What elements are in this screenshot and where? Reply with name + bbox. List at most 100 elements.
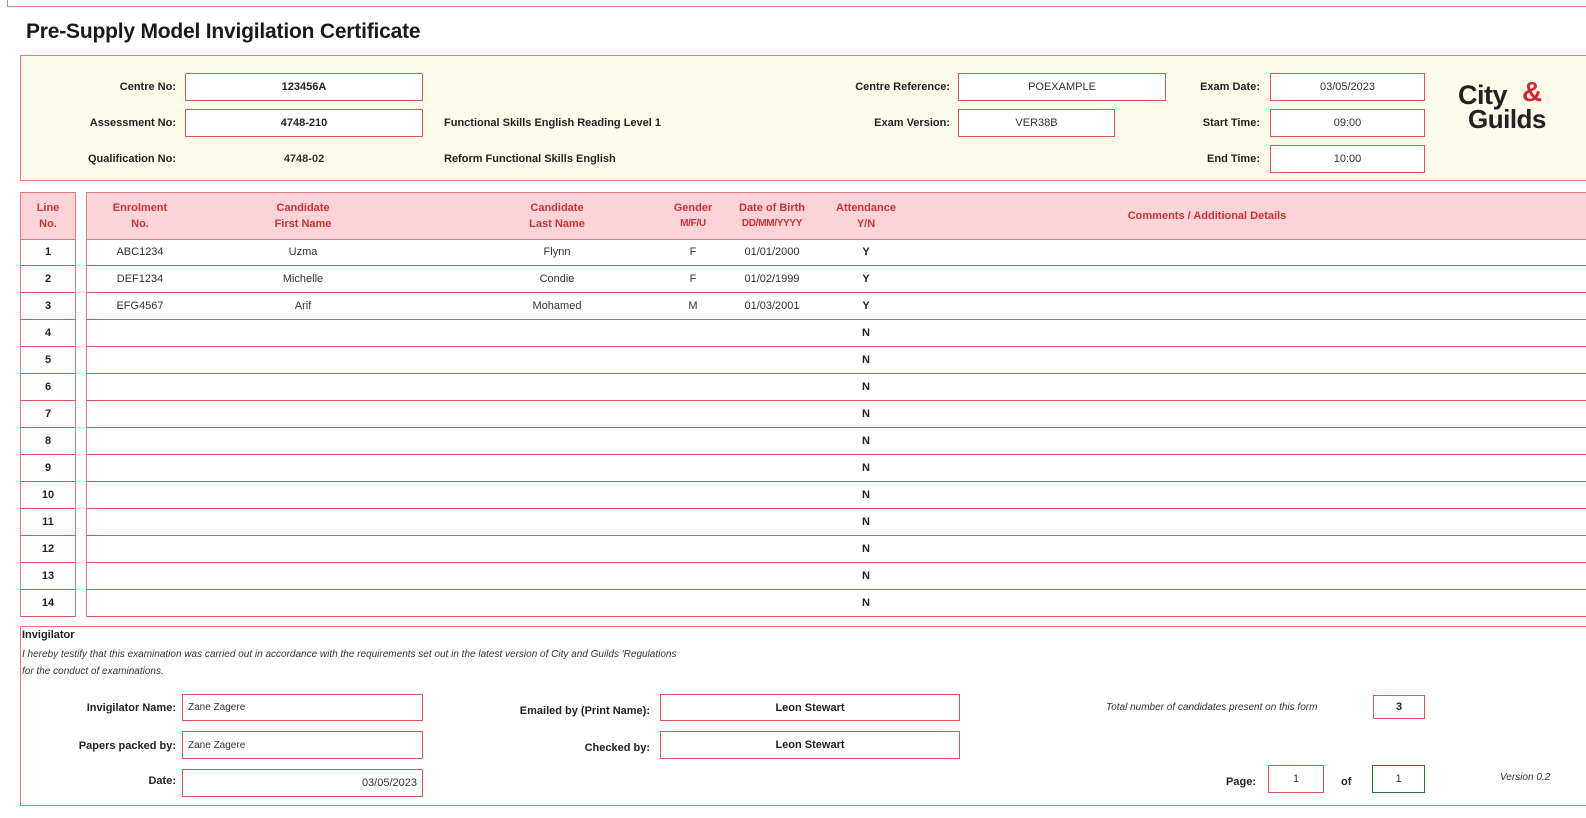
attendance-cell[interactable]: N bbox=[821, 320, 911, 346]
exam-date-field[interactable]: 03/05/2023 bbox=[1270, 73, 1425, 101]
table-row[interactable]: N bbox=[87, 320, 1586, 347]
first-name-cell[interactable]: Uzma bbox=[223, 239, 383, 265]
last-name-cell[interactable] bbox=[477, 455, 637, 481]
dob-cell[interactable] bbox=[727, 482, 817, 508]
enrolment-cell[interactable]: EFG4567 bbox=[87, 293, 193, 319]
attendance-cell[interactable]: N bbox=[821, 347, 911, 373]
invigilator-name-field[interactable]: Zane Zagere bbox=[182, 694, 423, 721]
dob-cell[interactable]: 01/01/2000 bbox=[727, 239, 817, 265]
gender-cell[interactable] bbox=[665, 590, 721, 616]
dob-cell[interactable] bbox=[727, 509, 817, 535]
last-name-cell[interactable]: Flynn bbox=[477, 239, 637, 265]
table-row[interactable]: DEF1234 Michelle Condie F 01/02/1999 Y bbox=[87, 266, 1586, 293]
last-name-cell[interactable] bbox=[477, 509, 637, 535]
emailed-by-field[interactable]: Leon Stewart bbox=[660, 694, 960, 721]
table-row[interactable]: N bbox=[87, 374, 1586, 401]
dob-cell[interactable] bbox=[727, 320, 817, 346]
dob-cell[interactable] bbox=[727, 536, 817, 562]
gender-cell[interactable] bbox=[665, 428, 721, 454]
dob-cell[interactable] bbox=[727, 428, 817, 454]
centre-no-field[interactable]: 123456A bbox=[185, 73, 423, 101]
enrolment-cell[interactable]: DEF1234 bbox=[87, 266, 193, 292]
table-row[interactable]: N bbox=[87, 428, 1586, 455]
start-time-field[interactable]: 09:00 bbox=[1270, 109, 1425, 137]
assessment-no-field[interactable]: 4748-210 bbox=[185, 109, 423, 137]
first-name-cell[interactable] bbox=[223, 347, 383, 373]
attendance-cell[interactable]: N bbox=[821, 536, 911, 562]
first-name-cell[interactable] bbox=[223, 590, 383, 616]
attendance-cell[interactable]: Y bbox=[821, 293, 911, 319]
enrolment-cell[interactable] bbox=[87, 536, 193, 562]
enrolment-cell[interactable] bbox=[87, 401, 193, 427]
enrolment-cell[interactable] bbox=[87, 590, 193, 616]
enrolment-cell[interactable] bbox=[87, 455, 193, 481]
centre-reference-field[interactable]: POEXAMPLE bbox=[958, 73, 1166, 101]
exam-version-field[interactable]: VER38B bbox=[958, 109, 1115, 137]
date-field[interactable]: 03/05/2023 bbox=[182, 769, 423, 797]
last-name-cell[interactable] bbox=[477, 347, 637, 373]
dob-cell[interactable] bbox=[727, 401, 817, 427]
enrolment-cell[interactable] bbox=[87, 374, 193, 400]
table-row[interactable]: N bbox=[87, 509, 1586, 536]
checked-by-field[interactable]: Leon Stewart bbox=[660, 731, 960, 759]
last-name-cell[interactable] bbox=[477, 374, 637, 400]
dob-cell[interactable] bbox=[727, 455, 817, 481]
dob-cell[interactable] bbox=[727, 374, 817, 400]
first-name-cell[interactable] bbox=[223, 428, 383, 454]
attendance-cell[interactable]: N bbox=[821, 563, 911, 589]
table-row[interactable]: N bbox=[87, 563, 1586, 590]
page-field[interactable]: 1 bbox=[1268, 765, 1324, 793]
attendance-cell[interactable]: N bbox=[821, 428, 911, 454]
enrolment-cell[interactable] bbox=[87, 563, 193, 589]
attendance-cell[interactable]: N bbox=[821, 482, 911, 508]
last-name-cell[interactable] bbox=[477, 320, 637, 346]
gender-cell[interactable] bbox=[665, 455, 721, 481]
attendance-cell[interactable]: N bbox=[821, 509, 911, 535]
attendance-cell[interactable]: N bbox=[821, 374, 911, 400]
gender-cell[interactable] bbox=[665, 347, 721, 373]
dob-cell[interactable]: 01/03/2001 bbox=[727, 293, 817, 319]
first-name-cell[interactable] bbox=[223, 563, 383, 589]
enrolment-cell[interactable] bbox=[87, 482, 193, 508]
enrolment-cell[interactable]: ABC1234 bbox=[87, 239, 193, 265]
last-name-cell[interactable] bbox=[477, 482, 637, 508]
attendance-cell[interactable]: Y bbox=[821, 239, 911, 265]
gender-cell[interactable] bbox=[665, 401, 721, 427]
first-name-cell[interactable] bbox=[223, 320, 383, 346]
table-row[interactable]: EFG4567 Arif Mohamed M 01/03/2001 Y bbox=[87, 293, 1586, 320]
page-total-field[interactable]: 1 bbox=[1372, 765, 1425, 793]
last-name-cell[interactable]: Condie bbox=[477, 266, 637, 292]
end-time-field[interactable]: 10:00 bbox=[1270, 145, 1425, 173]
dob-cell[interactable]: 01/02/1999 bbox=[727, 266, 817, 292]
last-name-cell[interactable] bbox=[477, 563, 637, 589]
dob-cell[interactable] bbox=[727, 347, 817, 373]
gender-cell[interactable] bbox=[665, 509, 721, 535]
enrolment-cell[interactable] bbox=[87, 428, 193, 454]
first-name-cell[interactable]: Michelle bbox=[223, 266, 383, 292]
table-row[interactable]: N bbox=[87, 347, 1586, 374]
first-name-cell[interactable] bbox=[223, 482, 383, 508]
last-name-cell[interactable] bbox=[477, 536, 637, 562]
first-name-cell[interactable] bbox=[223, 455, 383, 481]
enrolment-cell[interactable] bbox=[87, 347, 193, 373]
attendance-cell[interactable]: N bbox=[821, 590, 911, 616]
dob-cell[interactable] bbox=[727, 590, 817, 616]
gender-cell[interactable] bbox=[665, 320, 721, 346]
total-candidates-field[interactable]: 3 bbox=[1373, 695, 1425, 719]
last-name-cell[interactable] bbox=[477, 590, 637, 616]
gender-cell[interactable]: F bbox=[665, 266, 721, 292]
table-row[interactable]: N bbox=[87, 401, 1586, 428]
last-name-cell[interactable]: Mohamed bbox=[477, 293, 637, 319]
table-row[interactable]: ABC1234 Uzma Flynn F 01/01/2000 Y bbox=[87, 239, 1586, 266]
attendance-cell[interactable]: Y bbox=[821, 266, 911, 292]
papers-packed-field[interactable]: Zane Zagere bbox=[182, 731, 423, 759]
gender-cell[interactable] bbox=[665, 536, 721, 562]
table-row[interactable]: N bbox=[87, 536, 1586, 563]
first-name-cell[interactable] bbox=[223, 374, 383, 400]
attendance-cell[interactable]: N bbox=[821, 401, 911, 427]
table-row[interactable]: N bbox=[87, 590, 1586, 617]
gender-cell[interactable]: F bbox=[665, 239, 721, 265]
last-name-cell[interactable] bbox=[477, 428, 637, 454]
gender-cell[interactable] bbox=[665, 374, 721, 400]
dob-cell[interactable] bbox=[727, 563, 817, 589]
